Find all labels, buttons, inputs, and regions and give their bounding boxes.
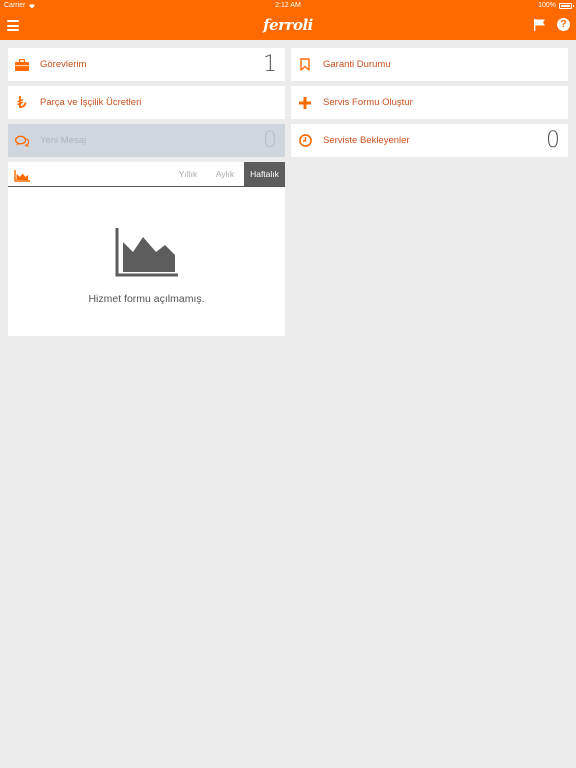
tile-service-form-label: Servis Formu Oluştur bbox=[323, 97, 413, 108]
status-time: 2:12 AM bbox=[275, 2, 301, 9]
chat-bubbles-icon bbox=[15, 134, 29, 148]
battery-icon bbox=[559, 2, 574, 9]
tile-pending-label: Serviste Bekleyenler bbox=[323, 135, 410, 146]
stats-card: Yıllık Aylık Haftalık Hizmet formu açılm… bbox=[8, 162, 285, 336]
tile-tasks-label: Görevlerim bbox=[40, 59, 87, 70]
tile-new-message[interactable]: Yeni Mesaj 0 bbox=[8, 124, 285, 157]
tab-monthly[interactable]: Aylık bbox=[206, 162, 244, 186]
tile-fees[interactable]: Parça ve İşçilik Ücretleri bbox=[8, 86, 285, 119]
app-logo: ferroli bbox=[263, 16, 313, 34]
status-bar: Carrier 2:12 AM 100% bbox=[0, 0, 576, 12]
tile-pending-count: 0 bbox=[546, 128, 560, 153]
tile-warranty[interactable]: Garanti Durumu bbox=[291, 48, 568, 81]
battery-percent: 100% bbox=[538, 2, 556, 9]
tab-weekly[interactable]: Haftalık bbox=[244, 162, 285, 186]
clock-icon bbox=[298, 134, 312, 148]
empty-state-message: Hizmet formu açılmamış. bbox=[88, 293, 205, 305]
lira-icon bbox=[15, 96, 29, 110]
plus-icon bbox=[298, 96, 312, 110]
flag-icon[interactable] bbox=[533, 18, 546, 31]
tile-warranty-label: Garanti Durumu bbox=[323, 59, 391, 70]
battery-info: 100% bbox=[538, 2, 574, 9]
tile-fees-label: Parça ve İşçilik Ücretleri bbox=[40, 97, 142, 108]
briefcase-icon bbox=[15, 58, 29, 72]
tile-service-form[interactable]: Servis Formu Oluştur bbox=[291, 86, 568, 119]
tile-new-message-count: 0 bbox=[263, 128, 277, 153]
period-tabs: Yıllık Aylık Haftalık bbox=[8, 162, 285, 187]
tile-tasks[interactable]: Görevlerim 1 bbox=[8, 48, 285, 81]
area-chart-icon bbox=[14, 169, 30, 187]
tab-yearly[interactable]: Yıllık bbox=[170, 162, 206, 186]
empty-chart-icon bbox=[115, 228, 178, 277]
nav-bar: ferroli ? bbox=[0, 12, 576, 40]
help-icon[interactable]: ? bbox=[557, 18, 570, 31]
tile-pending[interactable]: Serviste Bekleyenler 0 bbox=[291, 124, 568, 157]
tile-new-message-label: Yeni Mesaj bbox=[40, 135, 87, 146]
bookmark-icon bbox=[298, 58, 312, 72]
tile-tasks-count: 1 bbox=[263, 52, 277, 77]
